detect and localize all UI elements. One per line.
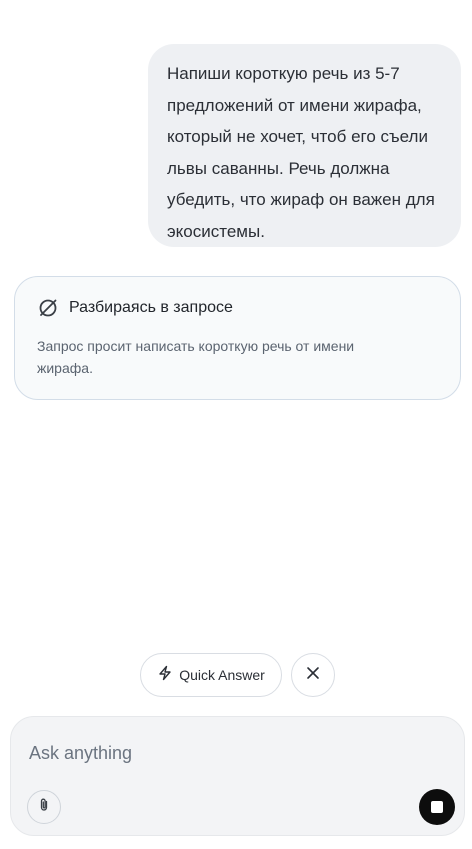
chat-page: Напиши короткую речь из 5-7 предложений … (0, 0, 472, 849)
reasoning-text: Запрос просит написать короткую речь от … (37, 338, 355, 376)
paperclip-icon (36, 797, 52, 818)
dismiss-button[interactable] (291, 653, 335, 697)
quick-answer-button[interactable]: Quick Answer (140, 653, 282, 697)
close-icon (306, 666, 320, 685)
slashed-circle-icon (37, 297, 59, 319)
lightning-icon (157, 665, 173, 686)
user-message-text: Напиши короткую речь из 5-7 предложений … (167, 64, 435, 241)
user-message-bubble: Напиши короткую речь из 5-7 предложений … (148, 44, 461, 247)
attach-button[interactable] (27, 790, 61, 824)
stop-icon (431, 801, 443, 813)
reasoning-card[interactable]: Разбираясь в запросе Запрос просит напис… (14, 276, 461, 400)
composer (10, 716, 465, 836)
reasoning-header[interactable]: Разбираясь в запросе (37, 297, 440, 319)
reasoning-title: Разбираясь в запросе (69, 299, 233, 316)
stop-button[interactable] (419, 789, 455, 825)
quick-answer-label: Quick Answer (179, 667, 265, 683)
message-input[interactable] (29, 739, 429, 767)
